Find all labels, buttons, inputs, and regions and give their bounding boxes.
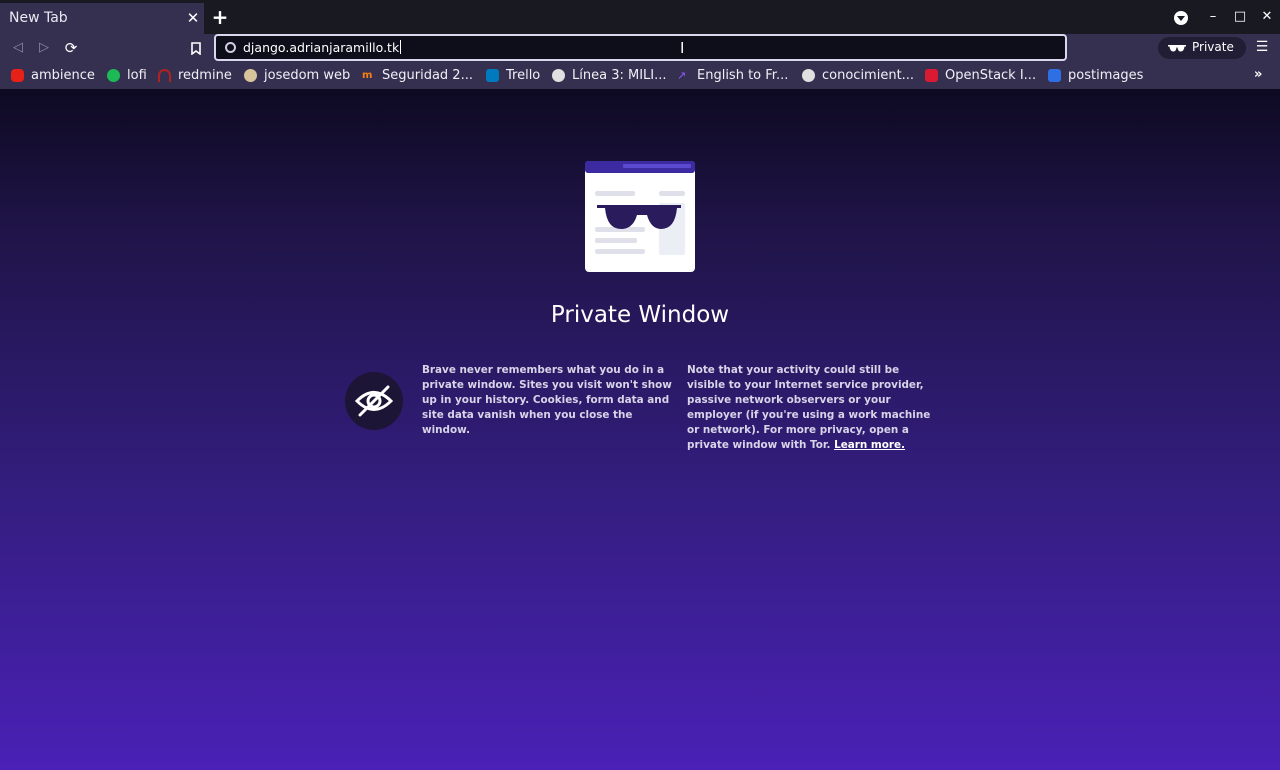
url-input[interactable]: django.adrianjaramillo.tk (243, 40, 402, 55)
bookmark-label: conocimient... (822, 68, 915, 83)
openstack-icon (925, 69, 938, 82)
reload-button[interactable]: ⟳ (61, 38, 81, 58)
tab-title: New Tab (9, 10, 68, 26)
privacy-note: Note that your activity could still be v… (687, 363, 937, 453)
spotify-icon (107, 69, 120, 82)
bookmark-item[interactable]: ambience (11, 66, 95, 85)
bookmark-label: ambience (31, 68, 95, 83)
avatar-icon (244, 69, 257, 82)
bookmark-icon (191, 42, 201, 56)
menu-button[interactable]: ☰ (1255, 39, 1269, 55)
eye-slash-icon (345, 372, 403, 430)
minimize-button[interactable]: – (1205, 8, 1221, 26)
private-window-page: Private Window Brave never remembers wha… (0, 89, 1280, 770)
tux-icon (802, 69, 815, 82)
close-window-button[interactable]: ✕ (1259, 8, 1275, 26)
bookmark-label: lofi (127, 68, 147, 83)
bookmark-item[interactable]: Línea 3: MILI... (552, 66, 667, 85)
bookmark-label: English to Fr... (697, 68, 789, 83)
bookmark-item[interactable]: postimages (1048, 66, 1143, 85)
bookmark-label: josedom web (264, 68, 351, 83)
youtube-icon (11, 69, 24, 82)
private-description: Brave never remembers what you do in a p… (422, 364, 672, 436)
bookmark-item[interactable]: redmine (158, 66, 232, 85)
sunglasses-icon (1168, 45, 1186, 52)
privacy-note-text: Note that your activity could still be v… (687, 364, 931, 451)
forward-button[interactable]: ▷ (34, 38, 54, 58)
bookmark-item[interactable]: Trello (486, 66, 540, 85)
site-info-icon[interactable] (225, 42, 236, 53)
back-button[interactable]: ◁ (8, 38, 28, 58)
new-tab-button[interactable]: + (211, 7, 229, 27)
tab-close-icon[interactable]: ✕ (185, 9, 201, 27)
private-browser-illustration (585, 161, 695, 272)
tab-strip: New Tab ✕ + – □ ✕ (0, 0, 1280, 34)
bookmark-item[interactable]: OpenStack I... (925, 66, 1036, 85)
bookmarks-overflow-button[interactable]: » (1254, 67, 1262, 82)
trello-icon (486, 69, 499, 82)
page-title: Private Window (550, 302, 730, 328)
bookmark-item[interactable]: ↗ English to Fr... (677, 66, 788, 85)
maximize-button[interactable]: □ (1232, 8, 1248, 26)
bookmark-label: Seguridad 2... (382, 68, 473, 83)
address-bar[interactable]: django.adrianjaramillo.tk I (214, 34, 1067, 61)
ibeam-cursor-icon: I (680, 39, 685, 57)
tabs-dropdown-icon[interactable] (1174, 11, 1188, 25)
bookmark-label: Trello (506, 68, 541, 83)
text-caret (400, 40, 402, 54)
translate-icon: ↗ (677, 69, 687, 82)
bookmark-label: OpenStack I... (945, 68, 1037, 83)
bookmark-label: postimages (1068, 68, 1144, 83)
postimages-icon (1048, 69, 1061, 82)
globe-icon (552, 69, 565, 82)
bookmark-item[interactable]: m Seguridad 2... (362, 66, 473, 85)
bookmark-page-button[interactable] (186, 38, 206, 58)
bookmark-label: Línea 3: MILI... (572, 68, 667, 83)
redmine-icon (158, 69, 171, 82)
bookmark-label: redmine (178, 68, 232, 83)
private-label: Private (1192, 40, 1234, 54)
bookmarks-bar: ambience lofi redmine josedom web m Segu… (0, 62, 1280, 89)
moodle-icon: m (362, 70, 373, 81)
bookmark-item[interactable]: conocimient... (802, 66, 914, 85)
learn-more-link[interactable]: Learn more. (834, 439, 905, 451)
private-badge[interactable]: Private (1158, 37, 1246, 59)
bookmark-item[interactable]: josedom web (244, 66, 350, 85)
tab-new-tab[interactable]: New Tab ✕ (0, 3, 204, 34)
bookmark-item[interactable]: lofi (107, 66, 147, 85)
toolbar: ◁ ▷ ⟳ django.adrianjaramillo.tk I Privat… (0, 34, 1280, 62)
